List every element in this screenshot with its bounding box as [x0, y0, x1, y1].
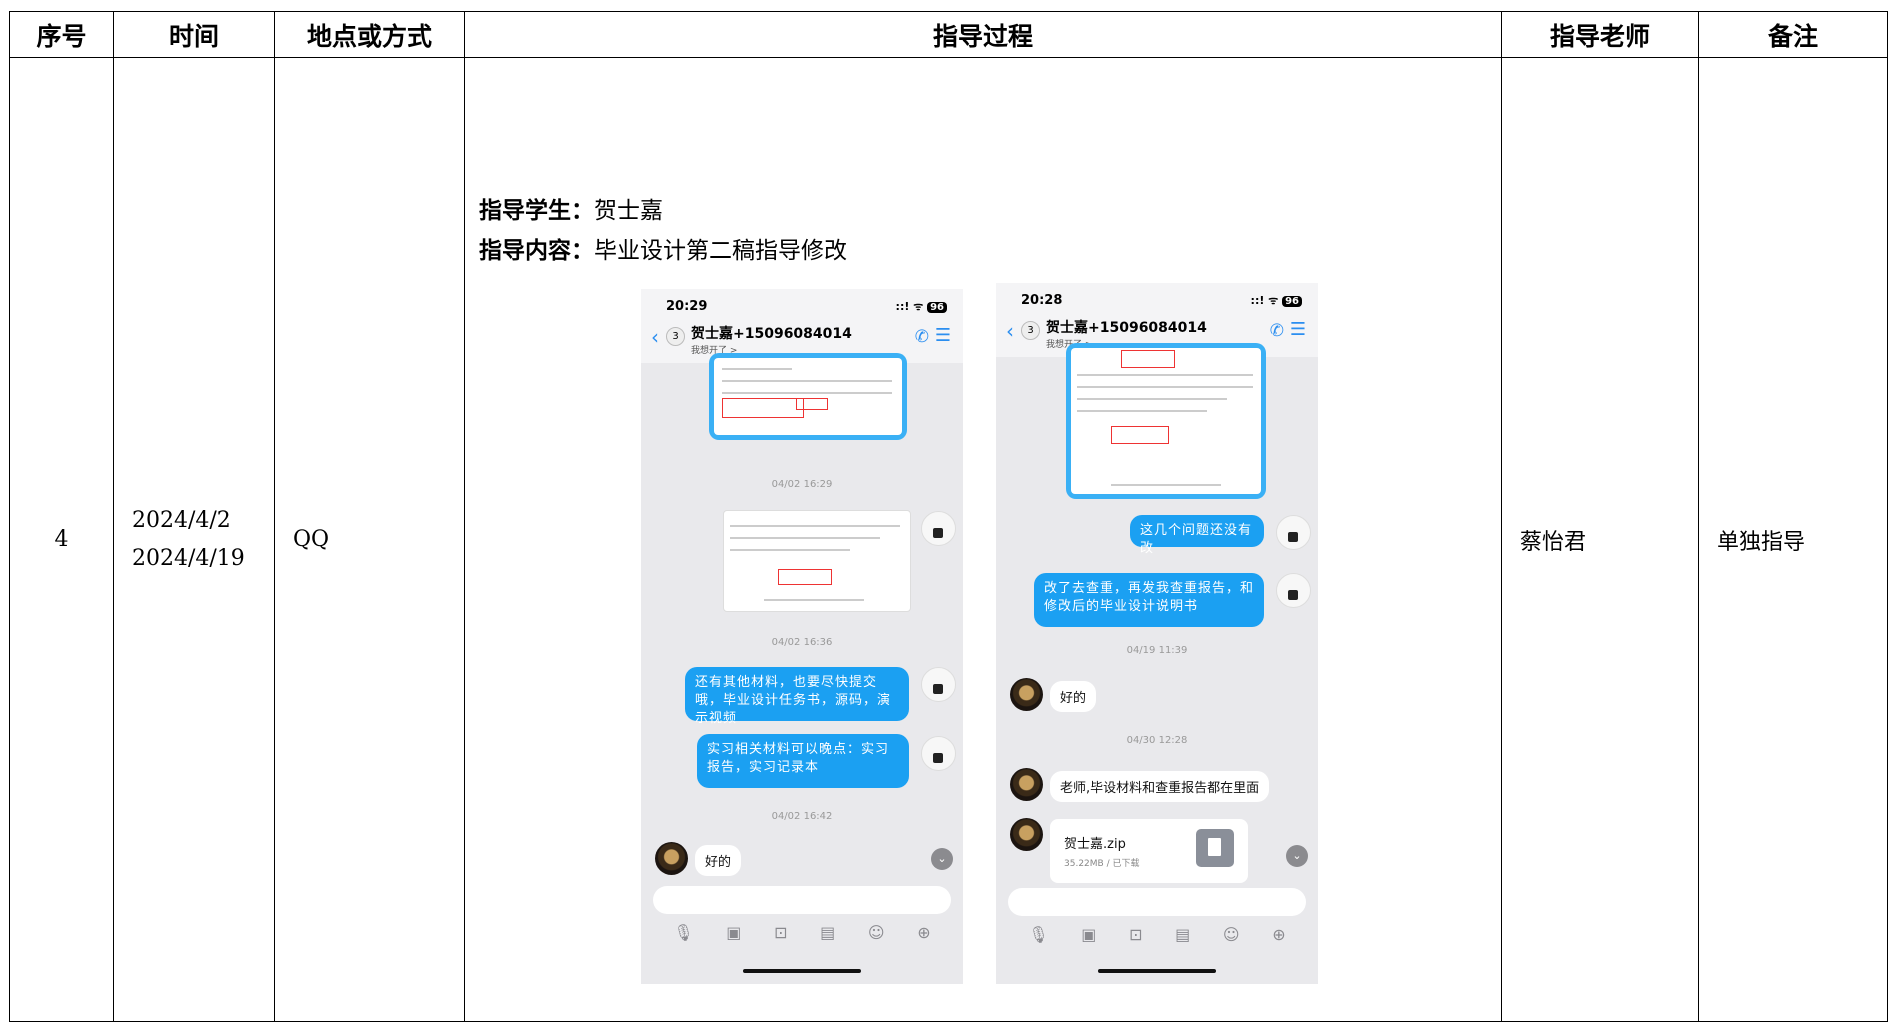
phone-icon[interactable]: ✆	[1270, 321, 1284, 341]
date-end: 2024/4/19	[132, 545, 245, 571]
content-label: 指导内容：	[479, 238, 594, 264]
status-icons: ::! ᯤ 96	[896, 299, 947, 314]
message-input[interactable]	[653, 886, 951, 914]
image-icon[interactable]: ▣	[1081, 925, 1096, 944]
row-dates: 2024/4/2 2024/4/19	[113, 57, 275, 1022]
chat-message: 实习相关材料可以晚点：实习报告，实习记录本	[697, 734, 909, 788]
timestamp: 04/02 16:29	[771, 479, 833, 490]
teacher-avatar[interactable]	[1276, 573, 1311, 608]
chat-message: 好的	[695, 845, 742, 876]
document-image-message[interactable]	[1066, 343, 1266, 499]
student-avatar[interactable]	[655, 842, 688, 875]
input-toolbar: 🎙 ▣ ⊡ ▤ ☺ ⊕	[641, 923, 963, 942]
home-indicator	[743, 969, 861, 973]
teacher-avatar[interactable]	[1276, 515, 1311, 550]
file-name: 贺士嘉.zip	[1064, 837, 1126, 852]
timestamp: 04/02 16:36	[771, 637, 833, 648]
unread-badge: 3	[1021, 321, 1040, 340]
mic-icon[interactable]: 🎙	[1028, 925, 1048, 944]
plus-icon[interactable]: ⊕	[917, 923, 930, 942]
phone-icon[interactable]: ✆	[915, 327, 929, 347]
teacher-avatar[interactable]	[921, 736, 956, 771]
document-image-message[interactable]	[723, 510, 911, 612]
timestamp: 04/30 12:28	[1126, 735, 1188, 746]
timestamp: 04/19 11:39	[1126, 645, 1188, 656]
message-input[interactable]	[1008, 888, 1306, 916]
image-icon[interactable]: ▣	[726, 923, 741, 942]
scroll-down-icon[interactable]: ⌄	[1286, 845, 1308, 867]
chat-message: 老师,毕设材料和查重报告都在里面	[1050, 771, 1270, 802]
row-remark: 单独指导	[1698, 57, 1888, 1022]
document-image-message[interactable]	[709, 353, 907, 440]
chat-screenshot-1: 20:29 ::! ᯤ 96 ‹ 3 贺士嘉+15096084014 我想开了 …	[641, 289, 963, 984]
mic-icon[interactable]: 🎙	[673, 923, 693, 942]
chat-screenshot-2: 20:28 ::! ᯤ 96 ‹ 3 贺士嘉+15096084014 我想开了 …	[996, 283, 1318, 984]
home-indicator	[1098, 969, 1216, 973]
student-avatar[interactable]	[1010, 768, 1043, 801]
student-avatar[interactable]	[1010, 818, 1043, 851]
chat-message: 这几个问题还没有改	[1130, 515, 1264, 556]
chat-message: 还有其他材料，也要尽快提交哦，毕业设计任务书，源码，演示视频	[685, 667, 909, 726]
teacher-avatar[interactable]	[921, 511, 956, 546]
student-label: 指导学生：	[479, 198, 594, 224]
status-time: 20:29	[666, 299, 708, 314]
guidance-record-table: 序号 时间 地点或方式 指导过程 指导老师 备注 4 2024/4/2 2024…	[9, 11, 1888, 1022]
menu-icon[interactable]: ☰	[1290, 319, 1306, 340]
header-process: 指导过程	[464, 11, 1502, 58]
zip-file-icon	[1196, 829, 1234, 867]
contact-name: 贺士嘉+15096084014	[1046, 320, 1207, 336]
file-icon[interactable]: ▤	[1175, 925, 1190, 944]
input-toolbar: 🎙 ▣ ⊡ ▤ ☺ ⊕	[996, 925, 1318, 944]
header-remark: 备注	[1698, 11, 1888, 58]
content-line: 指导内容：毕业设计第二稿指导修改	[479, 231, 847, 265]
file-message[interactable]: 贺士嘉.zip 35.22MB / 已下载	[1050, 819, 1248, 883]
battery-icon: 96	[1282, 296, 1302, 307]
file-size: 35.22MB / 已下载	[1064, 859, 1140, 869]
teacher-avatar[interactable]	[921, 667, 956, 702]
header-teacher: 指导老师	[1501, 11, 1699, 58]
camera-icon[interactable]: ⊡	[774, 923, 787, 942]
status-time: 20:28	[1021, 293, 1063, 308]
student-name: 贺士嘉	[594, 198, 663, 224]
content-text: 毕业设计第二稿指导修改	[594, 238, 847, 264]
back-icon[interactable]: ‹	[1006, 319, 1014, 343]
row-index: 4	[9, 57, 114, 1022]
emoji-icon[interactable]: ☺	[1223, 925, 1240, 944]
table-row: 4 2024/4/2 2024/4/19 QQ 指导学生：贺士嘉 指导内容：毕业…	[9, 57, 1888, 1022]
file-icon[interactable]: ▤	[820, 923, 835, 942]
row-teacher: 蔡怡君	[1501, 57, 1699, 1022]
row-method: QQ	[274, 57, 465, 1022]
student-line: 指导学生：贺士嘉	[479, 191, 663, 225]
menu-icon[interactable]: ☰	[935, 325, 951, 346]
unread-badge: 3	[666, 327, 685, 346]
header-time: 时间	[113, 11, 275, 58]
camera-icon[interactable]: ⊡	[1129, 925, 1142, 944]
chat-message: 改了去查重，再发我查重报告，和修改后的毕业设计说明书	[1034, 573, 1264, 627]
row-process: 指导学生：贺士嘉 指导内容：毕业设计第二稿指导修改 20:29 ::! ᯤ 96…	[464, 57, 1502, 1022]
student-avatar[interactable]	[1010, 678, 1043, 711]
header-index: 序号	[9, 11, 114, 58]
scroll-down-icon[interactable]: ⌄	[931, 848, 953, 870]
back-icon[interactable]: ‹	[651, 325, 659, 349]
contact-name: 贺士嘉+15096084014	[691, 326, 852, 342]
emoji-icon[interactable]: ☺	[868, 923, 885, 942]
header-location: 地点或方式	[274, 11, 465, 58]
plus-icon[interactable]: ⊕	[1272, 925, 1285, 944]
header-row: 序号 时间 地点或方式 指导过程 指导老师 备注	[9, 11, 1888, 58]
chat-message: 好的	[1050, 681, 1097, 712]
battery-icon: 96	[927, 302, 947, 313]
status-icons: ::! ᯤ 96	[1251, 293, 1302, 308]
chat-header: 20:29 ::! ᯤ 96 ‹ 3 贺士嘉+15096084014 我想开了 …	[641, 289, 963, 363]
timestamp: 04/02 16:42	[771, 811, 833, 822]
date-start: 2024/4/2	[132, 507, 231, 533]
